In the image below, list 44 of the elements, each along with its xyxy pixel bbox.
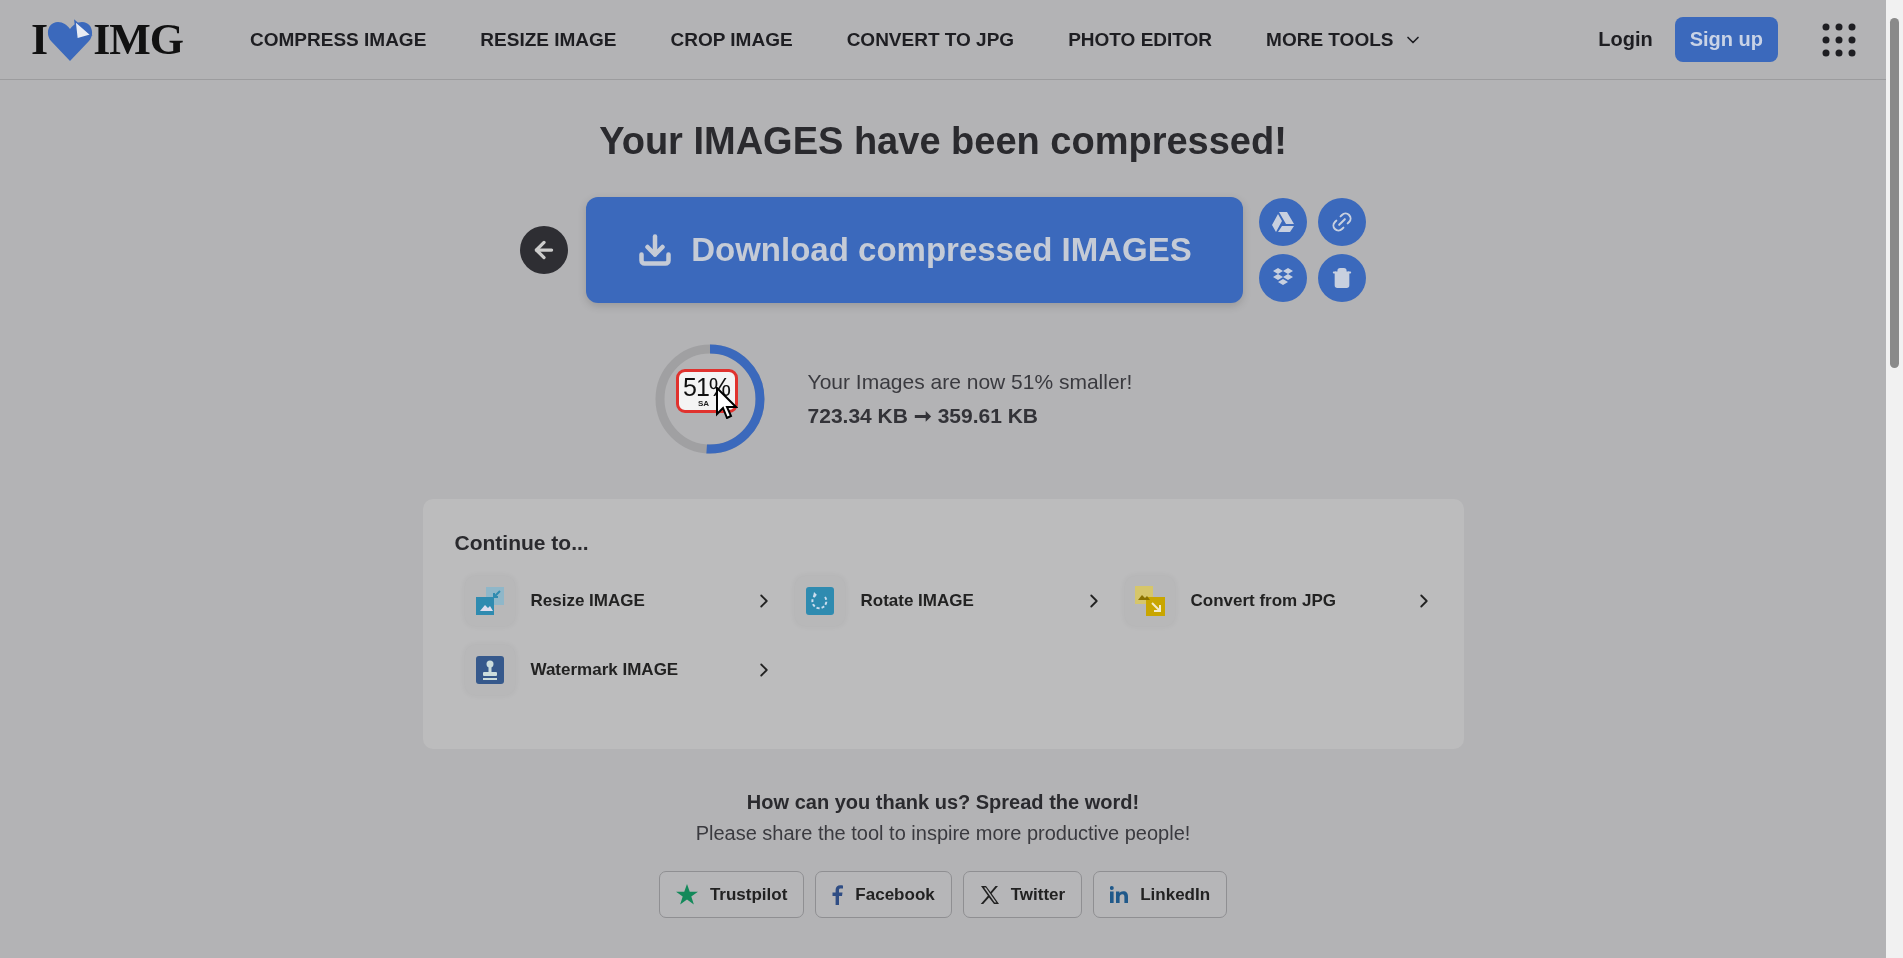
tool-link[interactable]: Rotate IMAGE xyxy=(784,573,1115,628)
link-button[interactable] xyxy=(1318,198,1366,246)
resize-icon xyxy=(475,586,504,615)
login-link[interactable]: Login xyxy=(1598,28,1653,51)
back-button[interactable] xyxy=(520,226,568,274)
tool-link[interactable]: Convert from JPG xyxy=(1114,573,1445,628)
signup-button[interactable]: Sign up xyxy=(1674,17,1778,62)
continue-heading: Continue to... xyxy=(454,531,590,555)
share-button[interactable]: LinkedIn xyxy=(1093,871,1228,918)
trash-icon xyxy=(1331,267,1353,289)
share-heading: How can you thank us? Spread the word! xyxy=(746,791,1140,814)
x-icon xyxy=(979,885,999,904)
nav-link[interactable]: CONVERT TO JPG xyxy=(846,28,1015,51)
apps-grid-icon[interactable] xyxy=(1822,22,1856,57)
delete-button[interactable] xyxy=(1318,254,1366,302)
facebook-icon xyxy=(832,884,844,905)
dropbox-icon xyxy=(1272,268,1294,288)
stamp-icon xyxy=(475,655,504,684)
saved-caption: SA xyxy=(698,399,710,408)
logo[interactable]: I IMG xyxy=(31,14,183,65)
triangle-icon xyxy=(1272,212,1294,232)
share-button[interactable]: Facebook xyxy=(815,871,952,918)
convert-icon xyxy=(1134,585,1165,616)
drive-button[interactable] xyxy=(1259,198,1307,246)
page-title: Your IMAGES have been compressed! xyxy=(599,120,1287,163)
heart-icon xyxy=(47,18,94,61)
share-subtitle: Please share the tool to inspire more productive people! xyxy=(695,822,1191,845)
nav-link[interactable]: RESIZE IMAGE xyxy=(480,28,617,51)
tool-link[interactable]: Watermark IMAGE xyxy=(454,642,785,697)
nav-link[interactable]: COMPRESS IMAGE xyxy=(250,28,427,51)
size-comparison: 723.34 KB ➞ 359.61 KB xyxy=(807,404,1040,428)
star-icon xyxy=(675,884,698,905)
linkedin-icon xyxy=(1110,886,1129,903)
nav-link[interactable]: CROP IMAGE xyxy=(670,28,793,51)
tool-link[interactable]: Resize IMAGE xyxy=(454,573,785,628)
rotate-icon xyxy=(805,586,834,615)
share-button[interactable]: Trustpilot xyxy=(658,871,805,918)
dropbox-button[interactable] xyxy=(1259,254,1307,302)
download-icon xyxy=(637,232,674,268)
result-message: Your Images are now 51% smaller! xyxy=(807,370,1133,394)
percent-text: 51% xyxy=(683,374,731,400)
nav-link[interactable]: PHOTO EDITOR xyxy=(1068,28,1213,51)
nav-link[interactable]: MORE TOOLS xyxy=(1266,28,1424,51)
share-button[interactable]: Twitter xyxy=(962,871,1083,918)
